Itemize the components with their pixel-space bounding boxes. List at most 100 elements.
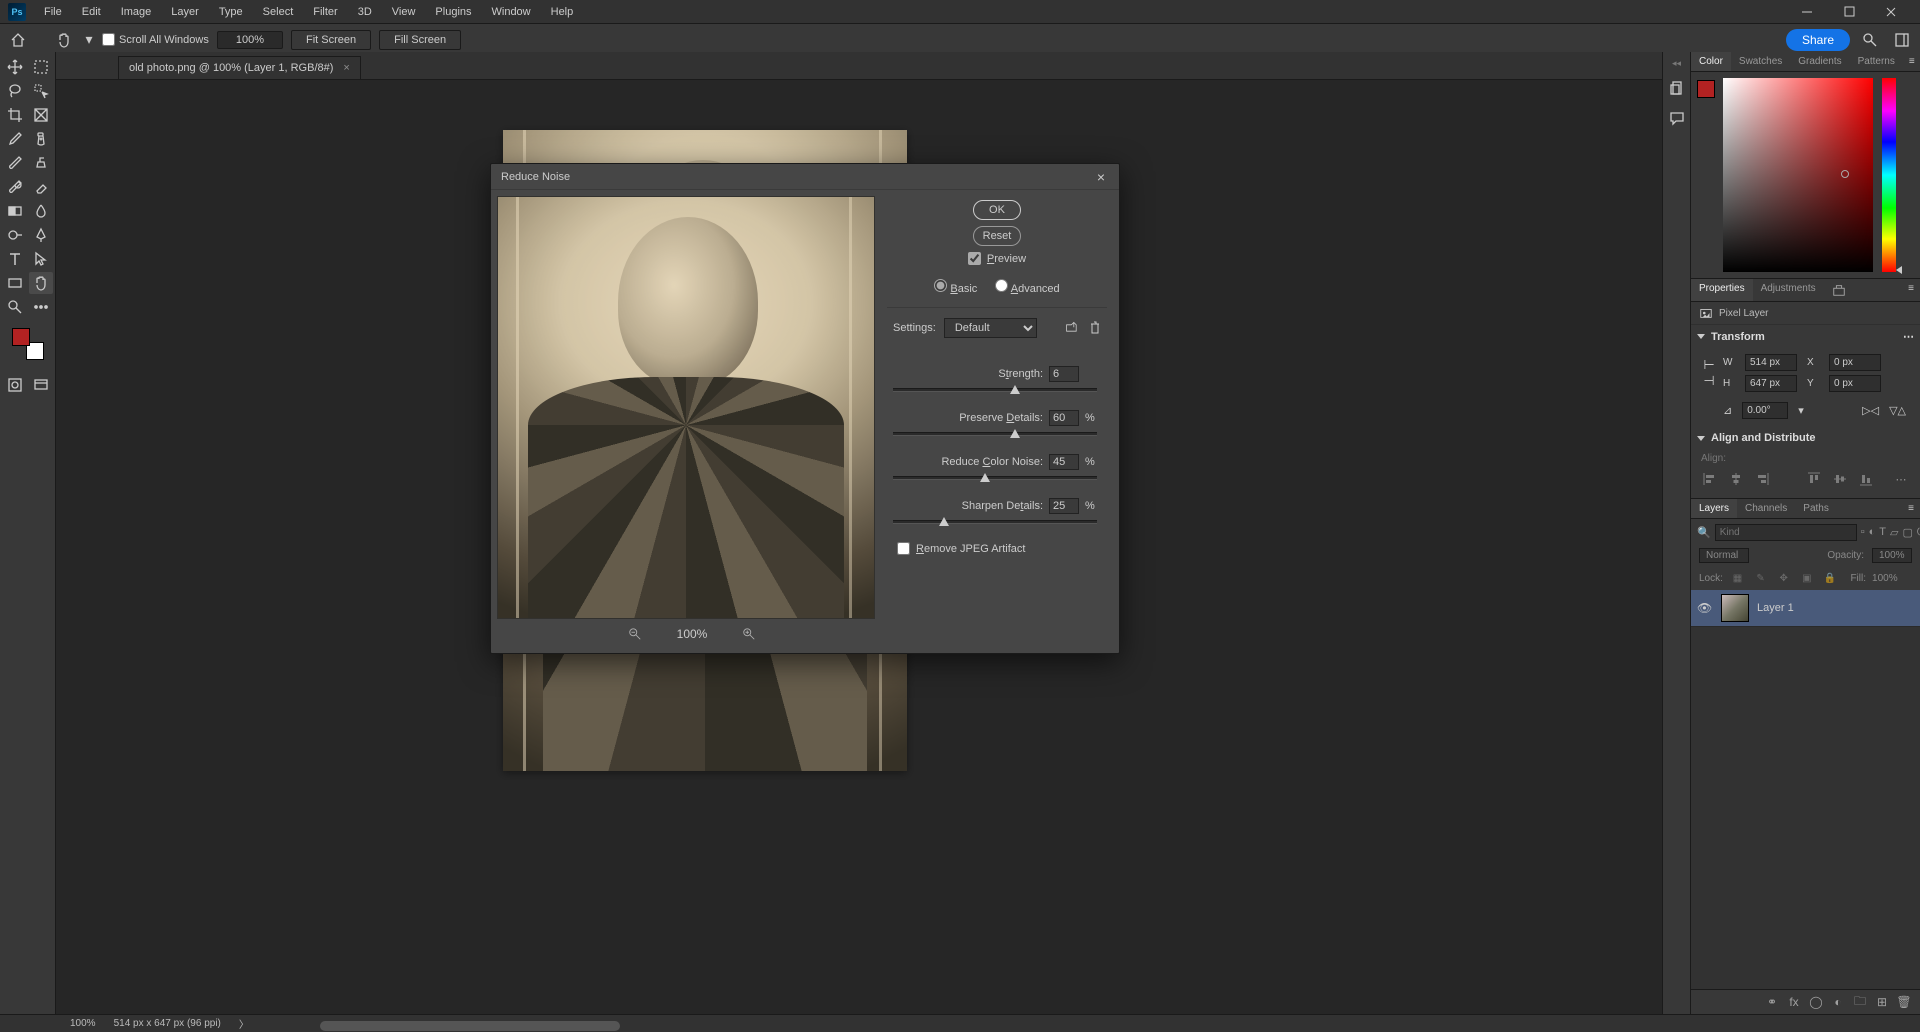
home-icon[interactable]	[6, 29, 30, 51]
filter-shape-icon[interactable]: ▱	[1890, 523, 1898, 541]
preserve-details-slider[interactable]	[893, 432, 1097, 436]
edit-toolbar-icon[interactable]	[29, 296, 53, 318]
align-hcenter-icon[interactable]	[1727, 470, 1745, 488]
link-layers-icon[interactable]: ⚭	[1764, 994, 1780, 1010]
eraser-tool[interactable]	[29, 176, 53, 198]
sharpen-details-slider[interactable]	[893, 520, 1097, 524]
status-dims[interactable]: 514 px x 647 px (96 ppi)	[114, 1018, 221, 1029]
menu-plugins[interactable]: Plugins	[425, 2, 481, 22]
menu-image[interactable]: Image	[111, 2, 162, 22]
settings-select[interactable]: Default	[944, 318, 1037, 338]
strength-slider[interactable]	[893, 388, 1097, 392]
menu-layer[interactable]: Layer	[161, 2, 209, 22]
delete-layer-icon[interactable]: 🗑	[1896, 994, 1912, 1010]
link-dimensions-icon[interactable]: ⊢⊣	[1701, 357, 1717, 389]
preserve-details-input[interactable]	[1049, 410, 1079, 426]
transform-menu-icon[interactable]: ⋯	[1903, 330, 1914, 343]
zoom-value[interactable]: 100%	[217, 31, 283, 49]
window-minimize-button[interactable]	[1786, 0, 1828, 24]
angle-dropdown-icon[interactable]: ▾	[1798, 404, 1804, 417]
menu-edit[interactable]: Edit	[72, 2, 111, 22]
status-chevron-icon[interactable]: 〉	[239, 1016, 249, 1031]
align-bottom-icon[interactable]	[1857, 470, 1875, 488]
align-section-header[interactable]: Align and Distribute	[1691, 427, 1920, 449]
dialog-preview-image[interactable]	[497, 196, 875, 619]
settings-delete-icon[interactable]	[1089, 321, 1101, 335]
menu-filter[interactable]: Filter	[303, 2, 347, 22]
align-left-icon[interactable]	[1701, 470, 1719, 488]
transform-section-header[interactable]: Transform⋯	[1691, 325, 1920, 348]
flip-horizontal-icon[interactable]: ▷◁	[1862, 404, 1879, 417]
opacity-value[interactable]: 100%	[1872, 548, 1912, 563]
move-tool[interactable]	[3, 56, 27, 78]
distribute-more-icon[interactable]: ⋯	[1892, 470, 1910, 488]
lock-artboard-icon[interactable]: ▣	[1798, 569, 1815, 587]
foreground-background-swatch[interactable]	[12, 328, 44, 360]
preview-zoom-in-icon[interactable]	[742, 627, 756, 641]
window-maximize-button[interactable]	[1828, 0, 1870, 24]
y-input[interactable]	[1829, 375, 1881, 392]
sharpen-details-input[interactable]	[1049, 498, 1079, 514]
dodge-tool[interactable]	[3, 224, 27, 246]
share-button[interactable]: Share	[1786, 29, 1850, 51]
eyedropper-tool[interactable]	[3, 128, 27, 150]
new-layer-icon[interactable]: ⊞	[1874, 994, 1890, 1010]
rectangle-tool[interactable]	[3, 272, 27, 294]
path-select-tool[interactable]	[29, 248, 53, 270]
lock-all-icon[interactable]: 🔒	[1821, 569, 1838, 587]
window-close-button[interactable]	[1870, 0, 1912, 24]
color-noise-input[interactable]	[1049, 454, 1079, 470]
menu-type[interactable]: Type	[209, 2, 253, 22]
properties-tab[interactable]: Properties	[1691, 279, 1753, 301]
pen-tool[interactable]	[29, 224, 53, 246]
color-picker[interactable]	[1691, 72, 1920, 278]
document-tab-close-icon[interactable]: ×	[343, 62, 349, 74]
menu-view[interactable]: View	[382, 2, 426, 22]
type-tool[interactable]	[3, 248, 27, 270]
crop-tool[interactable]	[3, 104, 27, 126]
comments-panel-icon[interactable]	[1665, 107, 1689, 129]
hand-tool[interactable]	[29, 272, 53, 294]
menu-select[interactable]: Select	[253, 2, 304, 22]
flip-vertical-icon[interactable]: ▽△	[1889, 404, 1906, 417]
fill-screen-button[interactable]: Fill Screen	[379, 30, 461, 50]
preview-zoom-out-icon[interactable]	[628, 627, 642, 641]
properties-menu-icon[interactable]: ≡	[1902, 279, 1920, 301]
layers-tab[interactable]: Layers	[1691, 499, 1737, 518]
preview-checkbox[interactable]	[968, 252, 981, 265]
search-icon[interactable]	[1858, 29, 1882, 51]
menu-3d[interactable]: 3D	[348, 2, 382, 22]
advanced-radio[interactable]	[995, 279, 1008, 292]
height-input[interactable]	[1745, 375, 1797, 392]
menu-window[interactable]: Window	[482, 2, 541, 22]
filter-smart-icon[interactable]: ▢	[1902, 523, 1912, 541]
status-zoom[interactable]: 100%	[70, 1018, 96, 1029]
dialog-close-icon[interactable]: ×	[1093, 169, 1109, 185]
align-top-icon[interactable]	[1805, 470, 1823, 488]
lock-pixels-icon[interactable]: ✎	[1752, 569, 1769, 587]
clone-stamp-tool[interactable]	[29, 152, 53, 174]
patterns-tab[interactable]: Patterns	[1850, 52, 1903, 71]
lock-position-icon[interactable]: ✥	[1775, 569, 1792, 587]
x-input[interactable]	[1829, 354, 1881, 371]
frame-tool[interactable]	[29, 104, 53, 126]
healing-brush-tool[interactable]	[29, 128, 53, 150]
filter-adjust-icon[interactable]: ◐	[1869, 523, 1876, 541]
flyout-icon[interactable]: ▾	[84, 29, 94, 51]
scroll-all-windows-checkbox[interactable]	[102, 33, 115, 46]
channels-tab[interactable]: Channels	[1737, 499, 1795, 518]
libraries-icon[interactable]	[1824, 279, 1854, 301]
layer-mask-icon[interactable]: ◯	[1808, 994, 1824, 1010]
menu-help[interactable]: Help	[541, 2, 584, 22]
ok-button[interactable]: OK	[973, 200, 1021, 220]
layer-fx-icon[interactable]: fx	[1786, 994, 1802, 1010]
align-vcenter-icon[interactable]	[1831, 470, 1849, 488]
paths-tab[interactable]: Paths	[1795, 499, 1837, 518]
screen-mode-icon[interactable]	[29, 374, 53, 396]
swatches-tab[interactable]: Swatches	[1731, 52, 1790, 71]
settings-save-icon[interactable]	[1065, 321, 1081, 335]
gradient-tool[interactable]	[3, 200, 27, 222]
blend-mode-select[interactable]: Normal	[1699, 548, 1749, 563]
width-input[interactable]	[1745, 354, 1797, 371]
panel-menu-icon[interactable]: ≡	[1903, 52, 1920, 71]
